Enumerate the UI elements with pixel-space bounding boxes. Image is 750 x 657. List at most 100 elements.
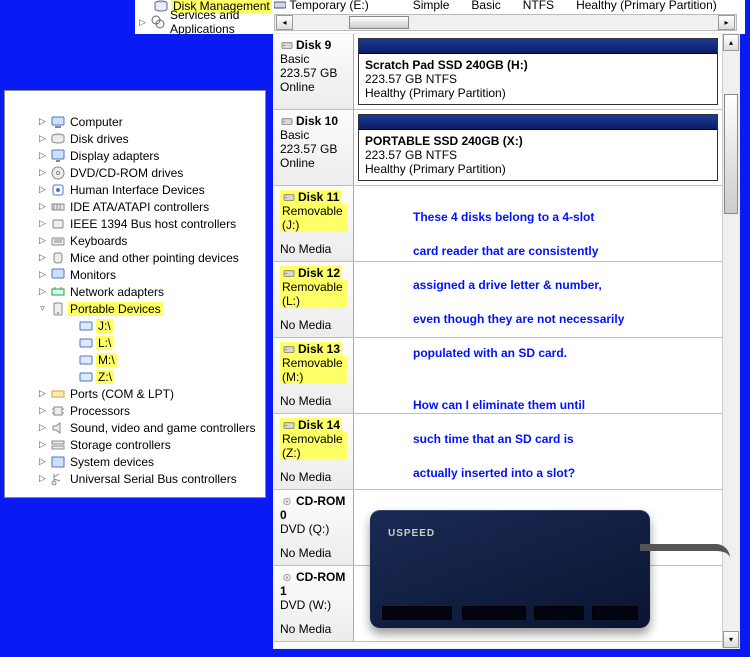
tree-item-label: Display adapters <box>68 149 161 163</box>
expand-icon[interactable]: ▷ <box>137 17 148 28</box>
expand-icon[interactable]: ▷ <box>37 269 48 280</box>
expand-icon[interactable]: ▷ <box>37 133 48 144</box>
mouse-icon <box>50 250 66 266</box>
horizontal-scrollbar[interactable]: ◂ ▸ <box>274 14 737 31</box>
tree-item[interactable]: ▷Disk drives <box>9 130 265 147</box>
volume-size: 223.57 GB NTFS <box>365 72 711 86</box>
scroll-right-button[interactable]: ▸ <box>718 15 735 30</box>
tree-item-child[interactable]: Z:\ <box>9 368 265 385</box>
tree-item[interactable]: ▷Processors <box>9 402 265 419</box>
hid-icon <box>50 182 66 198</box>
expand-icon[interactable]: ▷ <box>37 201 48 212</box>
expand-icon[interactable]: ▷ <box>37 456 48 467</box>
volume-status: Healthy (Primary Partition) <box>365 86 711 100</box>
note-line: populated with an SD card. <box>413 336 733 370</box>
tree-item-label: IDE ATA/ATAPI controllers <box>68 200 211 214</box>
twisty-none <box>65 354 76 365</box>
tree-item-label: IEEE 1394 Bus host controllers <box>68 217 238 231</box>
disk-info: Disk 14Removable (Z:)No Media <box>274 414 354 489</box>
tree-item-label: System devices <box>68 455 156 469</box>
expand-icon[interactable]: ▷ <box>37 235 48 246</box>
twisty-none <box>65 337 76 348</box>
scroll-down-button[interactable]: ▾ <box>723 631 739 648</box>
tree-item-child[interactable]: M:\ <box>9 351 265 368</box>
tree-item[interactable]: ▷ Monitors <box>9 266 265 283</box>
tree-item-label: DVD/CD-ROM drives <box>68 166 185 180</box>
tree-item-services-applications[interactable]: ▷ Services and Applications <box>137 14 272 30</box>
note-line: assigned a drive letter & number, <box>413 268 733 302</box>
device-manager-tree[interactable]: ▷Computer▷Disk drives▷Display adapters▷D… <box>5 111 265 497</box>
tree-item-label: Universal Serial Bus controllers <box>68 472 239 486</box>
net-icon <box>50 284 66 300</box>
tree-item-label: Monitors <box>68 268 118 282</box>
tree-item[interactable]: ▷Human Interface Devices <box>9 181 265 198</box>
tree-item[interactable]: ▷Storage controllers <box>9 436 265 453</box>
disk-info: Disk 9Basic223.57 GBOnline <box>274 34 354 109</box>
disk-management-icon <box>153 0 169 14</box>
disk-row[interactable]: Disk 10Basic223.57 GBOnline PORTABLE SSD… <box>274 110 722 186</box>
disk-icon <box>282 269 296 279</box>
tree-item[interactable]: ▷ IDE ATA/ATAPI controllers <box>9 198 265 215</box>
tree-item[interactable]: ▷ Sound, video and game controllers <box>9 419 265 436</box>
expand-icon[interactable]: ▷ <box>37 252 48 263</box>
disk-icon <box>282 421 296 431</box>
volume-status: Healthy (Primary Partition) <box>365 162 711 176</box>
volume-title: PORTABLE SSD 240GB (X:) <box>365 134 711 148</box>
volume-title: Scratch Pad SSD 240GB (H:) <box>365 58 711 72</box>
tree-item[interactable]: ▿Portable Devices <box>9 300 265 317</box>
volume-list-fragment: Temporary (E:) Simple Basic NTFS Healthy… <box>274 0 737 32</box>
collapse-icon[interactable]: ▿ <box>37 303 48 314</box>
system-icon <box>50 454 66 470</box>
tree-item[interactable]: ▷ IEEE 1394 Bus host controllers <box>9 215 265 232</box>
tree-item[interactable]: ▷ Keyboards <box>9 232 265 249</box>
disk-info: CD-ROM 1DVD (W:)No Media <box>274 566 354 641</box>
tree-item-label: Keyboards <box>68 234 129 248</box>
disk-info: Disk 10Basic223.57 GBOnline <box>274 110 354 185</box>
tree-item[interactable]: ▷Computer <box>9 113 265 130</box>
expand-icon[interactable]: ▷ <box>37 116 48 127</box>
tree-item[interactable]: ▷ DVD/CD-ROM drives <box>9 164 265 181</box>
volume-row[interactable]: Temporary (E:) Simple Basic NTFS Healthy… <box>274 0 737 12</box>
expand-icon[interactable]: ▷ <box>37 405 48 416</box>
tree-item-label: Sound, video and game controllers <box>68 421 257 435</box>
drive-icon <box>78 335 94 351</box>
device-manager-panel: ▷Computer▷Disk drives▷Display adapters▷D… <box>4 90 266 498</box>
volume-box[interactable]: Scratch Pad SSD 240GB (H:) 223.57 GB NTF… <box>358 38 718 105</box>
keyboard-icon <box>50 233 66 249</box>
disk-info: Disk 11Removable (J:)No Media <box>274 186 354 261</box>
monitor-icon <box>50 267 66 283</box>
expand-icon[interactable]: ▷ <box>37 439 48 450</box>
tree-item[interactable]: ▷ System devices <box>9 453 265 470</box>
expand-icon[interactable]: ▷ <box>37 167 48 178</box>
disk-icon <box>282 193 296 203</box>
tree-item[interactable]: ▷Ports (COM & LPT) <box>9 385 265 402</box>
card-reader-image: USPEED <box>370 510 650 628</box>
usb-icon <box>50 471 66 487</box>
scroll-left-button[interactable]: ◂ <box>276 15 293 30</box>
tree-item-child[interactable]: J:\ <box>9 317 265 334</box>
expand-icon[interactable]: ▷ <box>37 286 48 297</box>
scroll-thumb[interactable] <box>349 16 409 29</box>
tree-item[interactable]: ▷ Mice and other pointing devices <box>9 249 265 266</box>
display-icon <box>50 148 66 164</box>
disk-icon <box>280 41 294 51</box>
expand-icon[interactable]: ▷ <box>37 150 48 161</box>
tree-item[interactable]: ▷ Display adapters <box>9 147 265 164</box>
expand-icon[interactable]: ▷ <box>37 388 48 399</box>
disk-icon <box>280 117 294 127</box>
1394-icon <box>50 216 66 232</box>
scroll-thumb[interactable] <box>724 94 738 214</box>
expand-icon[interactable]: ▷ <box>37 473 48 484</box>
tree-item-label: Network adapters <box>68 285 166 299</box>
scroll-up-button[interactable]: ▴ <box>723 34 739 51</box>
disk-row[interactable]: Disk 9Basic223.57 GBOnline Scratch Pad S… <box>274 34 722 110</box>
expand-icon[interactable]: ▷ <box>37 422 48 433</box>
tree-item-label: Mice and other pointing devices <box>68 251 241 265</box>
expand-icon[interactable]: ▷ <box>37 184 48 195</box>
tree-item[interactable]: ▷ Universal Serial Bus controllers <box>9 470 265 487</box>
tree-item-child[interactable]: L:\ <box>9 334 265 351</box>
tree-item[interactable]: ▷ Network adapters <box>9 283 265 300</box>
volume-box[interactable]: PORTABLE SSD 240GB (X:) 223.57 GB NTFS H… <box>358 114 718 181</box>
expand-icon[interactable]: ▷ <box>37 218 48 229</box>
drive-icon <box>78 352 94 368</box>
